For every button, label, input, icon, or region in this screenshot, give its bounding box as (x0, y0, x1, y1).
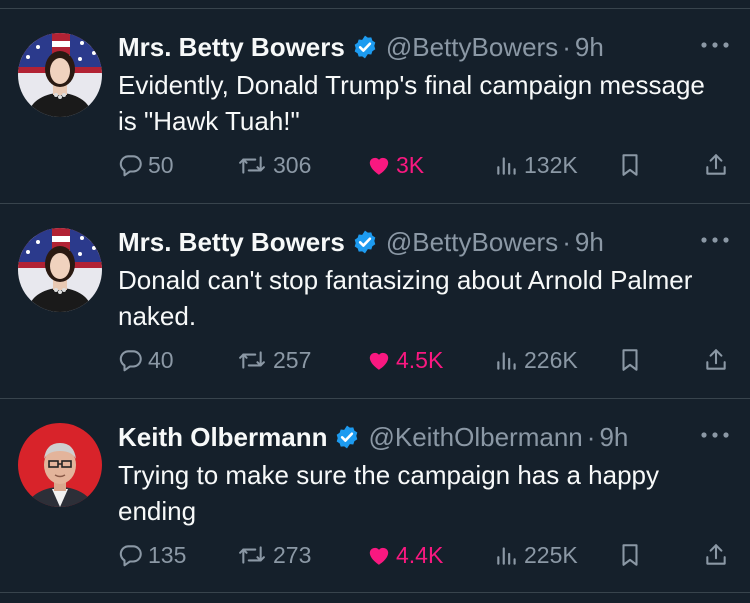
views-icon (497, 352, 516, 370)
reply-count: 40 (148, 346, 174, 373)
tweet-text: Donald can't stop fantasizing about Arno… (118, 265, 693, 331)
views-count: 225K (524, 541, 578, 568)
reply-button[interactable]: 40 (118, 338, 174, 382)
timestamp[interactable]: 9h (575, 227, 604, 258)
author-name[interactable]: Mrs. Betty Bowers (118, 227, 345, 258)
author-name[interactable]: Mrs. Betty Bowers (118, 32, 345, 63)
bookmark-button[interactable] (617, 143, 643, 187)
views-button[interactable]: 225K (494, 533, 578, 577)
reply-icon (119, 545, 142, 567)
views-icon (497, 157, 516, 175)
tweet-actions: 40 257 4.5K 226K (118, 338, 738, 382)
tweet-header: Keith Olbermann @KeithOlbermann · 9h (118, 419, 732, 455)
retweet-button[interactable]: 306 (235, 143, 311, 187)
separator-dot: · (562, 226, 571, 257)
author-handle[interactable]: @KeithOlbermann (368, 422, 582, 453)
bookmark-icon (622, 349, 638, 371)
retweet-icon (239, 351, 265, 369)
retweet-icon (239, 156, 265, 174)
reply-button[interactable]: 135 (118, 533, 186, 577)
tweet-header: Mrs. Betty Bowers @BettyBowers · 9h (118, 29, 732, 65)
tweet-header: Mrs. Betty Bowers @BettyBowers · 9h (118, 224, 732, 260)
like-count: 4.4K (396, 541, 444, 568)
author-handle[interactable]: @BettyBowers (386, 227, 558, 258)
timestamp[interactable]: 9h (599, 422, 628, 453)
like-button[interactable]: 3K (366, 143, 424, 187)
author-handle[interactable]: @BettyBowers (386, 32, 558, 63)
views-button[interactable]: 226K (494, 338, 578, 382)
reply-icon (119, 155, 142, 177)
separator-dot: · (562, 31, 571, 62)
bookmark-button[interactable] (617, 338, 643, 382)
tweet-actions: 135 273 4.4K 225K (118, 533, 738, 577)
retweet-button[interactable]: 273 (235, 533, 311, 577)
retweet-icon (239, 546, 265, 564)
tweet[interactable]: Keith Olbermann @KeithOlbermann · 9h Try… (0, 398, 750, 593)
share-icon (706, 349, 726, 370)
like-button[interactable]: 4.5K (366, 338, 443, 382)
tweet-text: Trying to make sure the campaign has a h… (118, 460, 659, 526)
heart-icon (369, 352, 389, 370)
retweet-count: 306 (273, 151, 312, 178)
share-icon (706, 544, 726, 565)
avatar[interactable] (18, 33, 102, 117)
retweet-count: 257 (273, 346, 312, 373)
bookmark-button[interactable] (617, 533, 643, 577)
tweet-actions: 50 306 3K 132K (118, 143, 738, 187)
verified-badge-icon (354, 35, 376, 59)
bookmark-icon (622, 544, 638, 566)
verified-badge-icon (337, 425, 358, 449)
reply-button[interactable]: 50 (118, 143, 174, 187)
more-icon[interactable] (698, 230, 732, 250)
more-icon[interactable] (698, 425, 732, 445)
share-button[interactable] (703, 533, 729, 577)
bookmark-icon (622, 154, 638, 176)
tweet-text: Evidently, Donald Trump's final campaign… (118, 70, 705, 136)
avatar[interactable] (18, 423, 102, 507)
share-icon (706, 154, 726, 175)
timeline-feed: Mrs. Betty Bowers @BettyBowers · 9h Evid… (0, 0, 750, 603)
more-icon[interactable] (698, 35, 732, 55)
like-count: 4.5K (396, 346, 444, 373)
avatar[interactable] (18, 228, 102, 312)
retweet-count: 273 (273, 541, 312, 568)
views-count: 132K (524, 151, 578, 178)
tweet[interactable]: Mrs. Betty Bowers @BettyBowers · 9h Dona… (0, 203, 750, 398)
retweet-button[interactable]: 257 (235, 338, 311, 382)
views-count: 226K (524, 346, 578, 373)
heart-icon (369, 157, 389, 175)
like-button[interactable]: 4.4K (366, 533, 443, 577)
verified-badge-icon (354, 230, 376, 254)
like-count: 3K (396, 151, 425, 178)
share-button[interactable] (703, 338, 729, 382)
views-icon (497, 547, 516, 565)
author-name[interactable]: Keith Olbermann (118, 422, 327, 453)
share-button[interactable] (703, 143, 729, 187)
reply-count: 50 (148, 151, 174, 178)
views-button[interactable]: 132K (494, 143, 578, 187)
tweet[interactable]: Mrs. Betty Bowers @BettyBowers · 9h Evid… (0, 8, 750, 203)
reply-count: 135 (148, 541, 187, 568)
reply-icon (119, 350, 142, 372)
heart-icon (369, 547, 389, 565)
separator-dot: · (586, 421, 596, 452)
timestamp[interactable]: 9h (575, 32, 604, 63)
